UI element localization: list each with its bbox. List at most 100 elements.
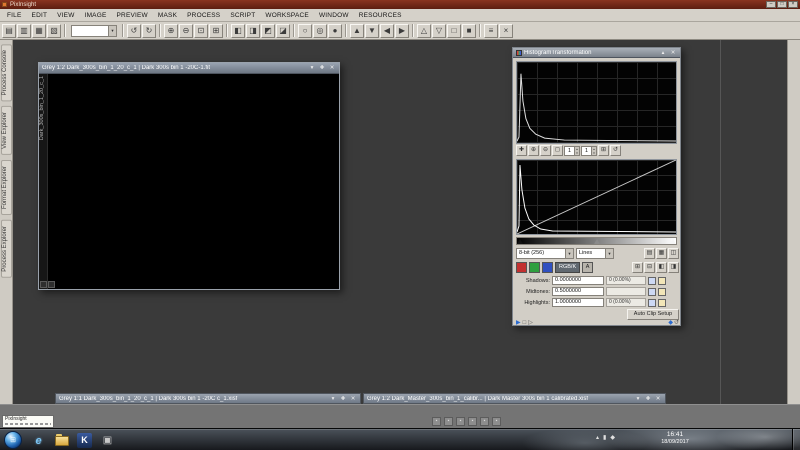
open-icon[interactable]: ▥ [17,23,31,38]
highlights-slider-handle[interactable] [670,239,676,244]
rgbk-channel-button[interactable]: RGB/K [555,262,581,273]
minimize-button[interactable]: – [766,1,776,8]
graph-option-icon-0[interactable]: ▤ [644,248,655,259]
highlights-auto-button[interactable] [648,298,656,307]
show-desktop-button[interactable] [792,429,800,450]
zoom-in-icon[interactable]: ⊕ [164,23,178,38]
tray-icon-2[interactable]: ◆ [610,435,615,441]
taskbar-explorer-icon[interactable] [53,432,70,449]
status-icon-3[interactable]: ▪ [468,417,477,426]
zoom-icon[interactable]: ✚ [318,64,326,72]
readout-white-icon[interactable]: ● [328,23,342,38]
shade-icon[interactable]: ▴ [659,49,667,57]
highlights-reset-button[interactable] [658,298,666,307]
channel-option-icon-3[interactable]: ◨ [668,262,679,273]
mask-icon[interactable]: ◩ [261,23,275,38]
refresh-icon[interactable]: ↺ [610,145,621,156]
blue-channel-button[interactable] [542,262,553,273]
pan-mode-icon[interactable] [48,281,55,288]
shade-icon[interactable]: ▾ [308,64,316,72]
channel-option-icon-2[interactable]: ◧ [656,262,667,273]
histogram-transformation-window[interactable]: HistogramTransformation ▴ ✕ ✚ ⊕ ⊖ ◻ 1 ▴ ▾ 1 ▴ ▾ ⊞ ↺… [512,47,681,326]
reset-icon[interactable]: ↺ [674,320,679,327]
save-as-icon[interactable]: ▧ [47,23,61,38]
shadows-input[interactable]: 0.0000000 [552,276,604,285]
close-icon[interactable]: ✕ [654,395,662,403]
taskbar-k-app-icon[interactable]: K [76,432,93,449]
zoom-reset-icon[interactable]: ◻ [552,145,563,156]
histogram-sliders[interactable] [516,237,677,245]
nav-right-icon[interactable]: ▶ [395,23,409,38]
nav-left-icon[interactable]: ◀ [380,23,394,38]
spin-arrows[interactable]: ▴ ▾ [591,146,596,155]
menu-script[interactable]: SCRIPT [225,12,260,19]
sidebar-tab-view-explorer[interactable]: View Explorer [0,106,12,156]
alpha-channel-button[interactable]: A [582,262,594,273]
midtones-reset-button[interactable] [658,287,666,296]
shadows-auto-button[interactable] [648,276,656,285]
pan-mode-icon[interactable]: ■ [462,23,476,38]
status-icon-2[interactable]: ▪ [456,417,465,426]
sidebar-tab-process-explorer[interactable]: Process Explorer [0,220,12,278]
zoom-out-icon[interactable]: ⊖ [540,145,551,156]
midtones-slider-handle[interactable] [594,239,600,244]
menu-file[interactable]: FILE [2,12,27,19]
resolution-dropdown[interactable]: 8-bit (256) ▾ [516,248,574,259]
select-mode-icon[interactable]: □ [447,23,461,38]
input-histogram-plot[interactable] [516,159,677,235]
undo-icon[interactable]: ↺ [127,23,141,38]
docked-window-1[interactable]: Grey 1:1 Dark_300s_bin_1_20_c_1 | Dark 3… [55,393,361,404]
preview-delete-icon[interactable]: ▽ [432,23,446,38]
graph-style-dropdown[interactable]: Lines ▾ [576,248,614,259]
chevron-down-icon[interactable]: ▾ [605,249,613,258]
chevron-down-icon[interactable]: ▾ [108,25,116,36]
auto-clip-setup-button[interactable]: Auto Clip Setup [626,309,679,320]
midtones-input[interactable]: 0.5000000 [552,287,604,296]
redo-icon[interactable]: ↻ [142,23,156,38]
zoom-icon[interactable]: ✚ [644,395,652,403]
channel-option-icon-1[interactable]: ⊟ [644,262,655,273]
menu-process[interactable]: PROCESS [182,12,225,19]
zoom-actual-icon[interactable]: ⊞ [209,23,223,38]
status-icon-1[interactable]: ▪ [444,417,453,426]
track-icon[interactable]: ✚ [516,145,527,156]
status-icon-5[interactable]: ▪ [492,417,501,426]
grid-icon[interactable]: ⊞ [598,145,609,156]
sidebar-tab-format-explorer[interactable]: Format Explorer [0,160,12,216]
shadows-reset-button[interactable] [658,276,666,285]
menu-edit[interactable]: EDIT [27,12,53,19]
status-icon-4[interactable]: ▪ [480,417,489,426]
menu-preview[interactable]: PREVIEW [112,12,153,19]
view-selector-combo[interactable]: ▾ [71,24,117,37]
menu-window[interactable]: WINDOW [314,12,354,19]
sidebar-tab-process-console[interactable]: Process Console [0,44,12,102]
readout-mean-icon[interactable]: ◎ [313,23,327,38]
zoom-out-icon[interactable]: ⊖ [179,23,193,38]
graph-option-icon-1[interactable]: ▦ [656,248,667,259]
nav-down-icon[interactable]: ▼ [365,23,379,38]
save-icon[interactable]: ▦ [32,23,46,38]
menu-workspace[interactable]: WORKSPACE [260,12,314,19]
menu-view[interactable]: VIEW [52,12,79,19]
shade-icon[interactable]: ▾ [329,395,337,403]
tray-icon-1[interactable]: ▮ [603,435,606,441]
close-icon[interactable]: ✕ [349,395,357,403]
status-icon-0[interactable]: ▪ [432,417,441,426]
apply-global-icon[interactable]: ▷ [528,320,533,327]
menu-mask[interactable]: MASK [153,12,182,19]
chevron-down-icon[interactable]: ▾ [565,249,573,258]
channel-option-icon-0[interactable]: ⊞ [632,262,643,273]
preview-new-icon[interactable]: △ [417,23,431,38]
red-channel-button[interactable] [516,262,527,273]
process-icons-icon[interactable]: ≡ [484,23,498,38]
close-all-icon[interactable]: × [499,23,513,38]
histogram-zoom-spin-5[interactable]: 1 ▴ ▾ [581,145,597,156]
image-window[interactable]: Grey 1:2 Dark_300s_bin_1_20_c_1 | Dark 3… [38,62,340,290]
close-icon[interactable]: ✕ [328,64,336,72]
new-instance-icon[interactable]: ▶ [516,320,521,327]
nav-up-icon[interactable]: ▲ [350,23,364,38]
menu-resources[interactable]: RESOURCES [354,12,407,19]
shadows-slider-handle[interactable] [517,239,523,244]
new-icon[interactable]: ▤ [2,23,16,38]
stf-icon[interactable]: ◧ [231,23,245,38]
